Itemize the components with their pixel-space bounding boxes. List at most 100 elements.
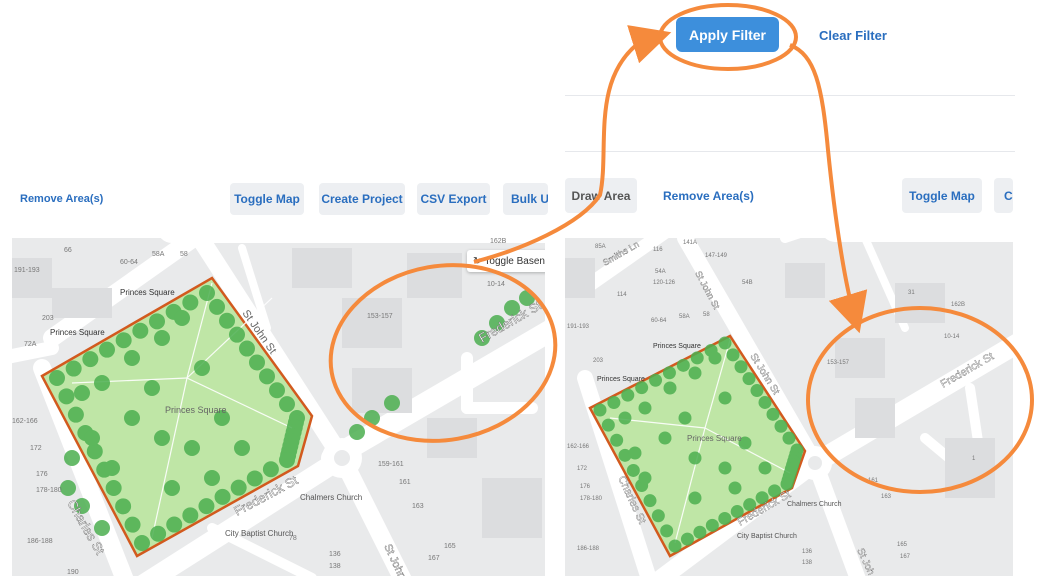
address-label: 54A (655, 269, 666, 275)
tree-marker (198, 498, 215, 515)
tree-marker (249, 354, 265, 371)
address-label: 162B (951, 302, 965, 308)
create-project-button[interactable]: C (994, 178, 1013, 213)
tree-marker (688, 366, 702, 380)
tree-marker (660, 524, 674, 538)
tree-marker (246, 470, 263, 487)
tree-marker (144, 380, 160, 396)
tree-marker (758, 461, 772, 475)
place-label: Chalmers Church (300, 493, 362, 502)
tree-marker (638, 471, 652, 485)
address-label: 58 (180, 251, 188, 258)
address-label: 60-64 (651, 318, 667, 324)
bulk-upload-button[interactable]: Bulk Up (503, 183, 548, 215)
tree-marker (718, 511, 732, 525)
create-project-button[interactable]: Create Project (319, 183, 405, 215)
tree-marker (349, 424, 365, 440)
tree-marker (234, 440, 250, 456)
place-label: Princes Square (597, 376, 645, 383)
tree-marker (384, 395, 400, 411)
place-label: Chalmers Church (787, 501, 842, 508)
remove-area-button[interactable]: Remove Area(s) (20, 193, 103, 205)
tree-marker (154, 330, 170, 346)
tree-marker (705, 518, 719, 532)
tree-marker (229, 326, 245, 343)
address-label: 138 (329, 563, 341, 570)
address-label: 31 (908, 290, 915, 296)
tree-marker (742, 372, 756, 386)
tree-marker (115, 332, 132, 349)
address-label: 153-157 (367, 313, 393, 320)
address-label: 163 (881, 494, 892, 500)
address-label: 136 (329, 551, 341, 558)
toggle-basemap-button[interactable]: ↻ Toggle Basen (467, 250, 545, 272)
address-label: 165 (444, 543, 456, 550)
address-label: 190 (67, 569, 79, 576)
tree-marker (154, 430, 170, 446)
tree-marker (635, 381, 649, 395)
toggle-map-button[interactable]: Toggle Map (902, 178, 982, 213)
map-left[interactable]: St John St Charles St Frederick St Frede… (12, 238, 545, 576)
draw-area-button[interactable]: Draw Area (565, 178, 637, 213)
tree-marker (279, 396, 295, 413)
tree-marker (621, 388, 635, 402)
tree-marker (214, 488, 231, 505)
address-label: 85A (595, 244, 606, 250)
tree-marker (708, 351, 722, 365)
tree-marker (74, 385, 90, 401)
address-label: 10-14 (487, 281, 505, 288)
tree-marker (668, 539, 682, 553)
address-label: 114 (617, 292, 627, 298)
tree-marker (728, 481, 742, 495)
address-label: 120-126 (653, 280, 676, 286)
refresh-icon: ↻ (473, 255, 482, 267)
tree-marker (726, 348, 740, 362)
tree-marker (678, 411, 692, 425)
tree-marker (279, 452, 295, 468)
address-label: 159-161 (378, 461, 404, 468)
address-label: 191-193 (14, 267, 40, 274)
tree-marker (750, 384, 764, 398)
tree-marker (182, 507, 199, 524)
tree-marker (124, 410, 140, 426)
tree-marker (58, 388, 75, 405)
tree-marker (688, 451, 702, 465)
tree-marker (758, 395, 772, 409)
place-label: Princes Square (120, 288, 175, 297)
address-label: 176 (580, 484, 591, 490)
address-label: 167 (900, 554, 911, 560)
tree-marker (184, 440, 200, 456)
apply-filter-button[interactable]: Apply Filter (676, 17, 779, 52)
tree-marker (626, 463, 640, 477)
tree-marker (209, 298, 225, 315)
csv-export-button[interactable]: CSV Export (417, 183, 490, 215)
tree-marker (262, 461, 279, 478)
tree-marker (259, 368, 275, 385)
tree-marker (718, 461, 732, 475)
clear-filter-button[interactable]: Clear Filter (819, 28, 887, 43)
tree-marker (364, 410, 380, 426)
tree-marker (132, 322, 149, 339)
tree-marker (718, 336, 732, 350)
address-label: 178-180 (580, 496, 603, 502)
tree-marker (49, 370, 65, 386)
tree-marker (269, 382, 285, 399)
tree-marker (782, 431, 796, 445)
divider (565, 151, 1015, 152)
place-label: Princes Square (687, 434, 742, 443)
tree-marker (651, 509, 665, 523)
tree-marker (718, 391, 732, 405)
address-label: 136 (802, 549, 813, 555)
annotation-arrow (473, 25, 672, 264)
tree-marker (734, 360, 748, 374)
address-label: 10-14 (944, 334, 960, 340)
tree-marker (94, 375, 110, 391)
tree-marker (115, 498, 132, 515)
tree-marker (618, 411, 632, 425)
address-label: 176 (36, 471, 48, 478)
map-right[interactable]: Smiths Ln St John St St John St Charles … (565, 238, 1013, 576)
toggle-map-button[interactable]: Toggle Map (230, 183, 304, 215)
address-label: 54B (742, 280, 753, 286)
tree-marker (64, 450, 80, 466)
remove-area-button[interactable]: Remove Area(s) (663, 189, 754, 203)
